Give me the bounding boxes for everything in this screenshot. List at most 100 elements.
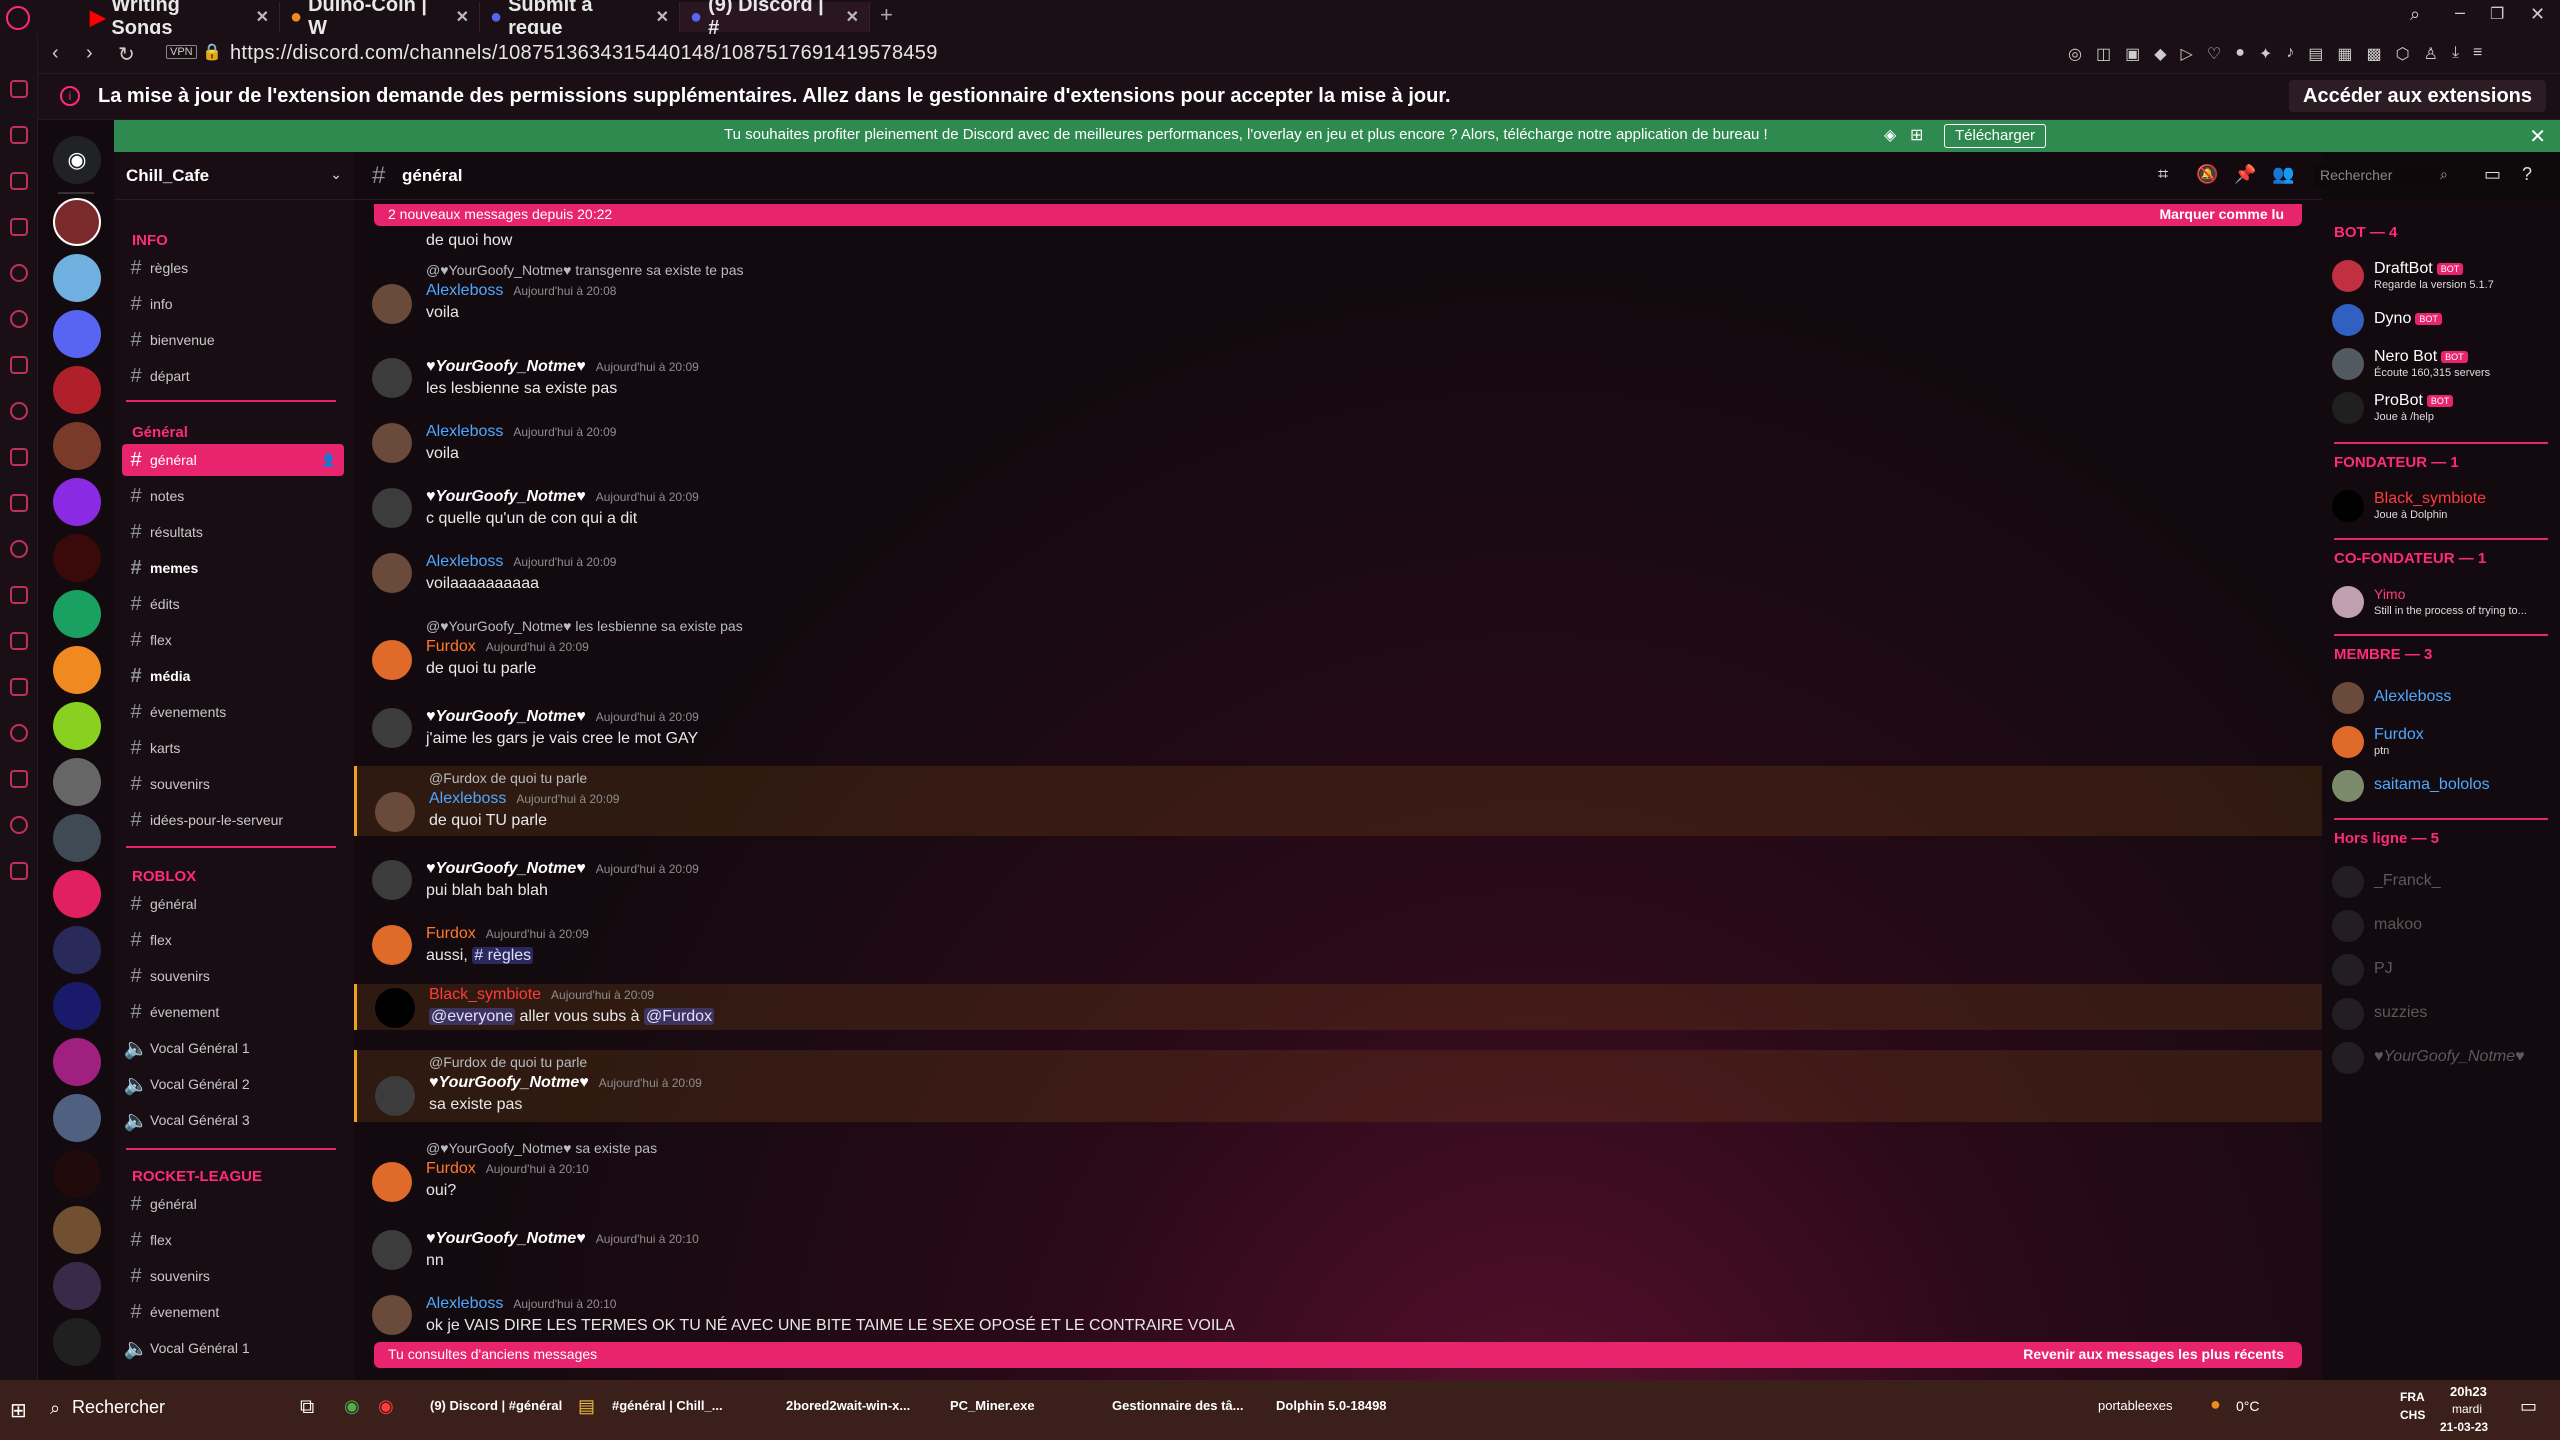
avatar[interactable] — [372, 1230, 412, 1270]
instagram-icon[interactable] — [10, 218, 28, 236]
server-icon[interactable] — [53, 1318, 101, 1366]
ext4-icon[interactable]: ▩ — [2367, 44, 2382, 64]
profile-icon[interactable]: ♙ — [2424, 44, 2438, 64]
taskbar-app[interactable]: (9) Discord | #général — [430, 1398, 562, 1420]
heart-icon[interactable] — [10, 540, 28, 558]
close-icon[interactable]: ✕ — [456, 7, 469, 27]
message-author[interactable]: Alexleboss Aujourd'hui à 20:09 — [426, 423, 616, 441]
discord-home-icon[interactable]: ◉ — [53, 136, 101, 184]
back-icon[interactable]: ‹ — [52, 42, 59, 65]
member-item[interactable]: Furdox ptn — [2332, 722, 2552, 762]
channel-roblox-flex[interactable]: # flex — [122, 924, 344, 956]
tab-writing-songs[interactable]: ▶ Writing Songs ✕ — [80, 0, 280, 39]
channel-resultats[interactable]: # résultats — [122, 516, 344, 548]
message-author[interactable]: Alexleboss Aujourd'hui à 20:09 — [426, 553, 616, 571]
server-icon[interactable] — [53, 1262, 101, 1310]
channel-roblox-evenement[interactable]: # évenement — [122, 996, 344, 1028]
server-icon[interactable] — [53, 870, 101, 918]
channel-roblox-general[interactable]: # général — [122, 888, 344, 920]
open-extensions-button[interactable]: Accéder aux extensions — [2289, 80, 2546, 112]
member-item[interactable]: Nero Bot BOT Écoute 160,315 servers — [2332, 344, 2552, 384]
message-author[interactable]: ♥YourGoofy_Notme♥ Aujourd'hui à 20:09 — [426, 488, 699, 506]
avatar[interactable] — [372, 423, 412, 463]
channel-flex[interactable]: # flex — [122, 624, 344, 656]
channel-edits[interactable]: # édits — [122, 588, 344, 620]
server-icon[interactable] — [53, 982, 101, 1030]
message-author[interactable]: Furdox Aujourd'hui à 20:09 — [426, 925, 589, 943]
member-item[interactable]: PJ — [2332, 950, 2552, 990]
chrome-icon[interactable]: ◉ — [344, 1396, 360, 1417]
jump-to-present-button[interactable]: Revenir aux messages les plus récents — [2023, 1346, 2284, 1362]
avatar[interactable] — [372, 860, 412, 900]
ext2-icon[interactable]: ▤ — [2308, 44, 2323, 64]
messenger-icon[interactable] — [10, 172, 28, 190]
member-item[interactable]: Alexleboss — [2332, 678, 2552, 718]
channel-regles[interactable]: # règles — [122, 252, 344, 284]
reload-icon[interactable]: ↻ — [118, 42, 135, 67]
search-icon[interactable]: ⌕ — [2410, 4, 2420, 25]
message-author[interactable]: Alexleboss Aujourd'hui à 20:10 — [426, 1295, 616, 1313]
windows-start-icon[interactable]: ⊞ — [10, 1398, 27, 1423]
channel-mention[interactable]: # règles — [472, 947, 534, 964]
news-icon[interactable] — [10, 494, 28, 512]
members-icon[interactable]: 👥 — [2272, 164, 2294, 185]
channel-memes[interactable]: # memes — [122, 552, 344, 584]
channel-depart[interactable]: # départ — [122, 360, 344, 392]
user-mention[interactable]: @Furdox — [644, 1008, 715, 1025]
tab-discord[interactable]: ● (9) Discord | # ✕ — [680, 0, 870, 39]
minimize-icon[interactable]: – — [2455, 2, 2465, 23]
task-view-icon[interactable]: ⧉ — [300, 1396, 314, 1419]
message-author[interactable]: Alexleboss Aujourd'hui à 20:09 — [429, 790, 619, 808]
bookmark-heart-icon[interactable]: ♡ — [2207, 44, 2221, 64]
telegram-icon[interactable] — [10, 310, 28, 328]
everyone-mention[interactable]: @everyone — [429, 1008, 516, 1025]
message-author[interactable]: ♥YourGoofy_Notme♥ Aujourd'hui à 20:10 — [426, 1230, 699, 1248]
category-rocket-league[interactable]: ROCKET-LEAGUE — [132, 1168, 262, 1185]
avatar[interactable] — [372, 488, 412, 528]
server-icon[interactable] — [53, 1038, 101, 1086]
maximize-icon[interactable]: ❐ — [2490, 4, 2504, 24]
channel-rl-souvenirs[interactable]: # souvenirs — [122, 1260, 344, 1292]
server-icon[interactable] — [53, 926, 101, 974]
new-messages-bar[interactable]: 2 nouveaux messages depuis 20:22 Marquer … — [374, 204, 2302, 226]
taskbar-app[interactable]: Dolphin 5.0-18498 — [1276, 1398, 1387, 1420]
history-icon[interactable] — [10, 678, 28, 696]
ad-block-icon[interactable]: ◎ — [2068, 44, 2082, 64]
member-item[interactable]: makoo — [2332, 906, 2552, 946]
extensions-icon[interactable] — [10, 586, 28, 604]
server-icon[interactable] — [53, 1094, 101, 1142]
explorer-icon[interactable]: ▤ — [578, 1396, 595, 1417]
close-icon[interactable]: ✕ — [846, 7, 859, 27]
twitch-icon[interactable] — [10, 356, 28, 374]
avatar[interactable] — [372, 284, 412, 324]
member-item[interactable]: ♥YourGoofy_Notme♥ — [2332, 1038, 2552, 1078]
avatar[interactable] — [375, 792, 415, 832]
channel-karts[interactable]: # karts — [122, 732, 344, 764]
channel-roblox-souvenirs[interactable]: # souvenirs — [122, 960, 344, 992]
download-button[interactable]: Télécharger — [1944, 124, 2047, 148]
channel-rl-evenement[interactable]: # évenement — [122, 1296, 344, 1328]
close-icon[interactable]: ✕ — [256, 7, 269, 27]
server-icon[interactable] — [53, 702, 101, 750]
message-author[interactable]: Furdox Aujourd'hui à 20:10 — [426, 1160, 589, 1178]
snapshot-icon[interactable]: ▣ — [2125, 44, 2140, 64]
forward-icon[interactable]: › — [86, 42, 93, 65]
help-icon[interactable]: ? — [2522, 164, 2532, 185]
avatar[interactable] — [372, 358, 412, 398]
tab-submit-request[interactable]: ● Submit a reque ✕ — [480, 0, 680, 39]
url-field[interactable]: https://discord.com/channels/10875136343… — [230, 42, 938, 65]
server-icon[interactable] — [53, 422, 101, 470]
member-item[interactable]: Dyno BOT — [2332, 300, 2552, 340]
taskbar-app[interactable]: PC_Miner.exe — [950, 1398, 1035, 1420]
server-icon[interactable] — [53, 646, 101, 694]
voice-channel-rl-1[interactable]: 🔈 Vocal Général 1 — [122, 1332, 344, 1364]
member-item[interactable]: DraftBot BOT Regarde la version 5.1.7 — [2332, 256, 2552, 296]
message-author[interactable]: ♥YourGoofy_Notme♥ Aujourd'hui à 20:09 — [426, 708, 699, 726]
taskbar-search[interactable]: Rechercher — [72, 1397, 165, 1418]
avatar[interactable] — [372, 640, 412, 680]
audio-icon[interactable]: ♪ — [2286, 44, 2294, 64]
channel-rl-general[interactable]: # général — [122, 1188, 344, 1220]
server-icon[interactable] — [53, 1150, 101, 1198]
voice-channel-2[interactable]: 🔈 Vocal Général 2 — [122, 1068, 344, 1100]
mark-read-button[interactable]: Marquer comme lu — [2160, 206, 2284, 222]
